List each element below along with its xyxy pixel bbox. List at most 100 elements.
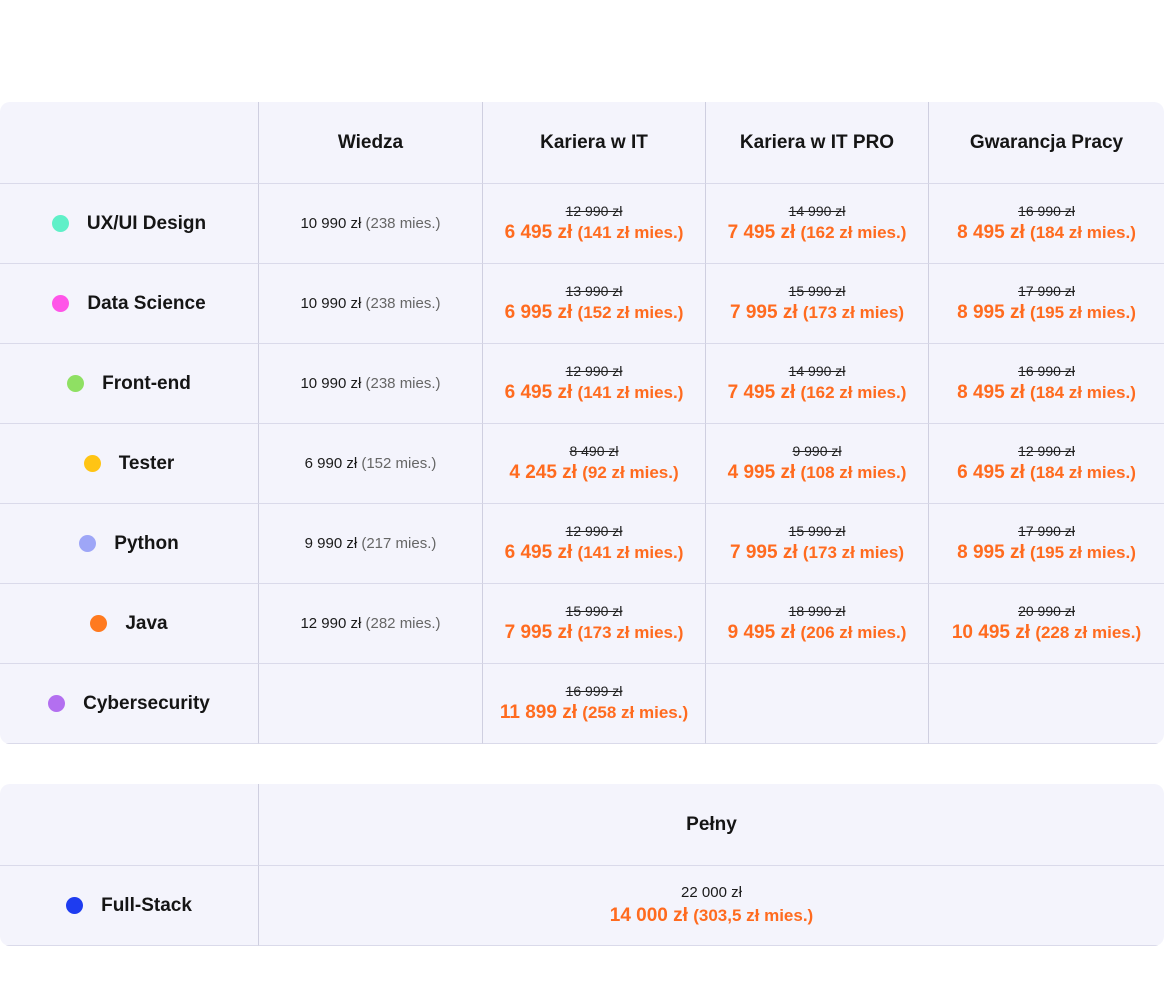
wiedza-monthly: (217 mies.): [361, 535, 437, 552]
course-name-cell: Cybersecurity: [0, 664, 258, 744]
wiedza-monthly: (238 mies.): [365, 295, 441, 312]
old-price: 20 990 zł: [1018, 603, 1075, 619]
price-cell: 15 990 zł 7 995 zł (173 zł mies): [705, 264, 928, 344]
price-cell: [928, 664, 1164, 744]
course-color-dot: [67, 375, 85, 392]
monthly-installment: (195 zł mies.): [1030, 543, 1136, 562]
price-cell: 15 990 zł 7 995 zł (173 zł mies.): [482, 584, 705, 664]
old-price: 18 990 zł: [788, 603, 846, 619]
price-cell: 20 990 zł 10 495 zł (228 zł mies.): [928, 584, 1164, 664]
wiedza-price-cell: 10 990 zł (238 mies.): [258, 184, 482, 264]
price-cell: 16 999 zł 11 899 zł (258 zł mies.): [482, 664, 705, 744]
course-name-cell: Java: [0, 584, 258, 664]
discount-price: 6 495 zł (184 zł mies.): [957, 462, 1136, 484]
monthly-installment: (184 zł mies.): [1030, 383, 1136, 402]
discount-price: 14 000 zł (303,5 zł mies.): [610, 905, 813, 927]
old-price: 12 990 zł: [1018, 443, 1075, 459]
monthly-installment: (184 zł mies.): [1030, 463, 1136, 482]
wiedza-price-value: 10 990 zł: [300, 375, 366, 392]
wiedza-price-value: 10 990 zł: [300, 295, 366, 312]
old-price: 15 990 zł: [788, 523, 846, 539]
wiedza-price: 10 990 zł (238 mies.): [300, 375, 440, 392]
old-price: 16 990 zł: [1018, 363, 1075, 379]
old-price: 15 990 zł: [788, 283, 846, 299]
discount-price-value: 6 495 zł: [957, 462, 1031, 483]
discount-price: 6 495 zł (141 zł mies.): [505, 542, 684, 564]
price-cell: 17 990 zł 8 995 zł (195 zł mies.): [928, 264, 1164, 344]
monthly-installment: (303,5 zł mies.): [693, 906, 814, 925]
monthly-installment: (152 zł mies.): [577, 303, 684, 322]
wiedza-price-cell: 10 990 zł (238 mies.): [258, 344, 482, 424]
wiedza-price-cell: 10 990 zł (238 mies.): [258, 264, 482, 344]
wiedza-price-value: 9 990 zł: [304, 535, 362, 552]
discount-price-value: 7 995 zł: [504, 622, 578, 643]
monthly-installment: (228 zł mies.): [1035, 623, 1142, 642]
price-cell: 17 990 zł 8 995 zł (195 zł mies.): [928, 504, 1164, 584]
wiedza-price-cell: [258, 664, 482, 744]
discount-price: 8 995 zł (195 zł mies.): [957, 542, 1136, 564]
price-cell: 9 990 zł 4 995 zł (108 zł mies.): [705, 424, 928, 504]
discount-price-value: 6 495 zł: [504, 542, 578, 563]
discount-price-value: 8 495 zł: [957, 382, 1031, 403]
course-name: UX/UI Design: [86, 212, 207, 234]
price-cell: 12 990 zł 6 495 zł (141 zł mies.): [482, 184, 705, 264]
wiedza-price-value: 12 990 zł: [300, 615, 366, 632]
wiedza-price: 6 990 zł (152 mies.): [305, 455, 437, 472]
price-cell: 16 990 zł 8 495 zł (184 zł mies.): [928, 184, 1164, 264]
discount-price: 7 995 zł (173 zł mies): [730, 542, 904, 564]
monthly-installment: (108 zł mies.): [800, 463, 907, 482]
discount-price: 9 495 zł (206 zł mies.): [728, 622, 907, 644]
discount-price: 4 995 zł (108 zł mies.): [728, 462, 907, 484]
discount-price-value: 7 995 zł: [730, 542, 803, 563]
wiedza-monthly: (238 mies.): [365, 215, 441, 232]
monthly-installment: (206 zł mies.): [800, 623, 907, 642]
course-color-dot: [90, 615, 108, 632]
discount-price: 6 995 zł (152 zł mies.): [505, 302, 684, 324]
price-cell: 16 990 zł 8 495 zł (184 zł mies.): [928, 344, 1164, 424]
monthly-installment: (162 zł mies.): [800, 223, 907, 242]
discount-price: 8 995 zł (195 zł mies.): [957, 302, 1136, 324]
discount-price: 8 495 zł (184 zł mies.): [957, 222, 1136, 244]
discount-price: 7 495 zł (162 zł mies.): [728, 382, 907, 404]
wiedza-price-value: 10 990 zł: [300, 215, 366, 232]
discount-price: 6 495 zł (141 zł mies.): [505, 382, 684, 404]
course-name-cell: UX/UI Design: [0, 184, 258, 264]
course-name: Cybersecurity: [83, 692, 210, 714]
course-color-dot: [79, 535, 97, 552]
discount-price: 11 899 zł (258 zł mies.): [500, 702, 688, 724]
discount-price-value: 8 995 zł: [957, 302, 1031, 323]
discount-price-value: 14 000 zł: [609, 905, 694, 926]
course-name: Python: [114, 532, 179, 554]
monthly-installment: (173 zł mies): [802, 543, 904, 562]
monthly-installment: (258 zł mies.): [582, 703, 689, 722]
discount-price-value: 6 995 zł: [504, 302, 578, 323]
column-header: Kariera w IT: [482, 102, 705, 184]
discount-price: 6 495 zł (141 zł mies.): [505, 222, 684, 244]
wiedza-monthly: (282 mies.): [365, 615, 441, 632]
old-price: 8 490 zł: [569, 443, 619, 459]
course-name-cell: Front-end: [0, 344, 258, 424]
course-name-cell: Tester: [0, 424, 258, 504]
column-header: Pełny: [258, 784, 1164, 866]
pricing-table: Wiedza Kariera w IT Kariera w IT PRO Gwaran…: [0, 102, 1164, 744]
corner-cell: [0, 784, 258, 866]
course-name: Front-end: [102, 372, 191, 394]
old-price: 12 990 zł: [565, 203, 623, 219]
corner-cell: [0, 102, 258, 184]
price-cell: 22 000 zł 14 000 zł (303,5 zł mies.): [258, 866, 1164, 946]
column-header: Gwarancja Pracy: [928, 102, 1164, 184]
discount-price-value: 10 495 zł: [951, 622, 1036, 643]
discount-price: 8 495 zł (184 zł mies.): [957, 382, 1136, 404]
discount-price-value: 4 245 zł: [509, 462, 583, 483]
discount-price-value: 7 495 zł: [727, 222, 801, 243]
wiedza-price-cell: 6 990 zł (152 mies.): [258, 424, 482, 504]
course-name: Java: [125, 612, 168, 634]
discount-price: 10 495 zł (228 zł mies.): [952, 622, 1141, 644]
discount-price-value: 9 495 zł: [727, 622, 801, 643]
old-price: 17 990 zł: [1018, 523, 1075, 539]
wiedza-price: 10 990 zł (238 mies.): [300, 215, 440, 232]
regular-price: 22 000 zł: [681, 884, 742, 901]
price-cell: 13 990 zł 6 995 zł (152 zł mies.): [482, 264, 705, 344]
monthly-installment: (141 zł mies.): [577, 223, 684, 242]
course-name-cell: Python: [0, 504, 258, 584]
